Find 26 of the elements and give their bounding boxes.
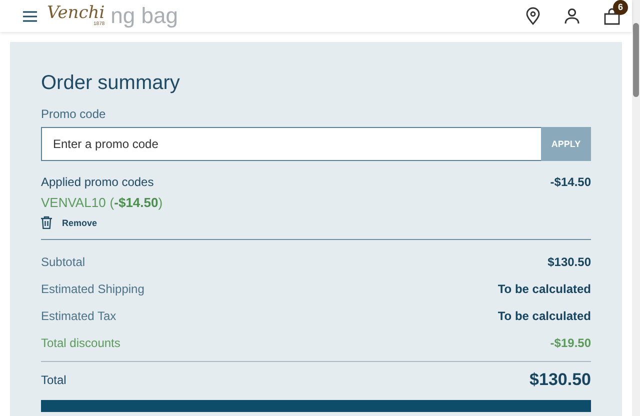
promo-code-field[interactable]: Enter a promo code xyxy=(41,127,541,161)
summary-title: Order summary xyxy=(41,72,181,95)
trash-icon[interactable] xyxy=(41,216,52,229)
shopping-bag-icon[interactable] xyxy=(604,8,620,24)
total-value: $130.50 xyxy=(530,370,591,390)
summary-label: Subtotal xyxy=(41,254,86,268)
promo-code-amount: (-$14.50) xyxy=(110,195,163,210)
cart-count-badge: 6 xyxy=(613,0,628,14)
summary-value: To be calculated xyxy=(498,282,591,296)
summary-label: Estimated Shipping xyxy=(41,282,144,296)
location-pin-icon[interactable] xyxy=(526,7,540,25)
summary-value: To be calculated xyxy=(498,308,591,322)
user-icon[interactable] xyxy=(564,8,580,24)
total-label: Total xyxy=(41,373,66,387)
promo-code: VENVAL10 xyxy=(41,195,106,210)
brand-logo[interactable]: Venchi xyxy=(47,5,105,22)
remove-link[interactable]: Remove xyxy=(62,218,98,228)
applied-amount: -$14.50 xyxy=(550,175,591,189)
page-title: ng bag xyxy=(110,3,178,29)
summary-label: Total discounts xyxy=(41,336,120,350)
summary-value: -$19.50 xyxy=(550,336,591,350)
applied-label: Applied promo codes xyxy=(41,175,154,189)
summary-label: Estimated Tax xyxy=(41,308,116,322)
promo-label: Promo code xyxy=(41,107,107,121)
summary-value: $130.50 xyxy=(548,254,591,268)
menu-icon[interactable] xyxy=(23,10,37,22)
